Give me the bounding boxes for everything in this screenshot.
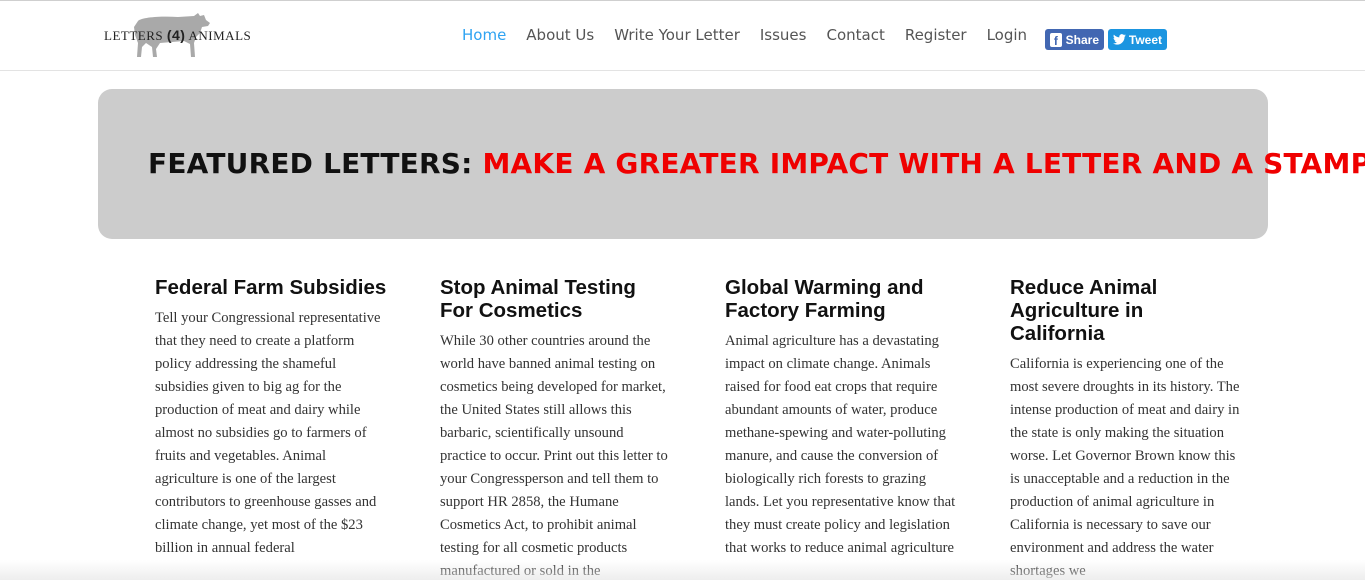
nav-write-your-letter[interactable]: Write Your Letter bbox=[604, 26, 750, 44]
logo-wordmark: LETTERS (4) ANIMALS bbox=[104, 27, 252, 43]
nav-about-us[interactable]: About Us bbox=[516, 26, 604, 44]
letter-card-global-warming: Global Warming and Factory Farming Anima… bbox=[725, 276, 957, 560]
share-label: Share bbox=[1065, 32, 1099, 47]
letter-description: Tell your Congressional representative t… bbox=[155, 310, 381, 556]
site-header: LETTERS (4) ANIMALS Home About Us Write … bbox=[0, 1, 1365, 71]
main-nav: Home About Us Write Your Letter Issues C… bbox=[452, 26, 1037, 44]
facebook-icon: f bbox=[1050, 32, 1062, 47]
featured-banner: FEATURED LETTERS: MAKE A GREATER IMPACT … bbox=[98, 89, 1365, 239]
twitter-bird-icon bbox=[1113, 34, 1126, 45]
site-logo[interactable]: LETTERS (4) ANIMALS bbox=[104, 13, 251, 59]
letter-card-stop-animal-testing: Stop Animal Testing For Cosmetics While … bbox=[440, 276, 672, 580]
letter-title[interactable]: Reduce Animal Agriculture in California bbox=[1010, 276, 1242, 345]
tweet-button[interactable]: Tweet bbox=[1108, 29, 1167, 50]
banner-prefix: FEATURED LETTERS: bbox=[148, 147, 483, 180]
letter-card-reduce-animal-agriculture: Reduce Animal Agriculture in California … bbox=[1010, 276, 1242, 580]
nav-issues[interactable]: Issues bbox=[750, 26, 817, 44]
letter-title[interactable]: Federal Farm Subsidies bbox=[155, 276, 387, 299]
banner-title: FEATURED LETTERS: MAKE A GREATER IMPACT … bbox=[148, 147, 1365, 180]
banner-highlight: MAKE A GREATER IMPACT WITH A LETTER AND … bbox=[482, 147, 1365, 180]
letter-description: While 30 other countries around the worl… bbox=[440, 333, 668, 579]
letter-card-federal-farm-subsidies: Federal Farm Subsidies Tell your Congres… bbox=[155, 276, 387, 560]
letter-title[interactable]: Global Warming and Factory Farming bbox=[725, 276, 957, 322]
nav-register[interactable]: Register bbox=[895, 26, 977, 44]
facebook-share-button[interactable]: f Share bbox=[1045, 29, 1104, 50]
letter-description: California is experiencing one of the mo… bbox=[1010, 356, 1240, 579]
nav-login[interactable]: Login bbox=[977, 26, 1037, 44]
letter-title[interactable]: Stop Animal Testing For Cosmetics bbox=[440, 276, 672, 322]
letter-description: Animal agriculture has a devastating imp… bbox=[725, 333, 956, 556]
nav-contact[interactable]: Contact bbox=[816, 26, 894, 44]
nav-home[interactable]: Home bbox=[452, 26, 516, 44]
tweet-label: Tweet bbox=[1128, 32, 1162, 47]
